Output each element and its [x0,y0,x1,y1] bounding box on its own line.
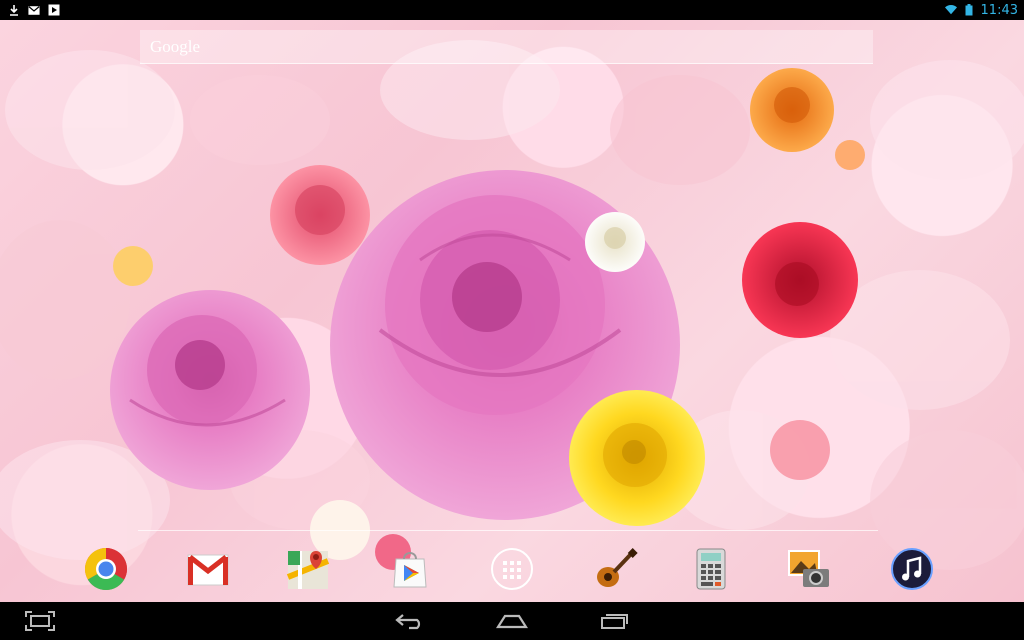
orange-rose [750,68,834,152]
blurred-orange-flower [835,140,865,170]
red-rose [742,222,858,338]
pink-rose-small [270,165,370,265]
status-clock: 11:43 [980,2,1018,18]
chrome-icon[interactable] [84,547,128,591]
white-rose [585,212,645,272]
system-status-area[interactable]: 11:43 [944,2,1024,18]
screenshot-icon[interactable] [20,610,60,632]
navigation-bar [0,602,1024,640]
play-store-icon[interactable] [388,547,432,591]
gallery-icon[interactable] [787,547,831,591]
pink-rose-left [110,290,310,490]
wifi-icon [944,4,957,16]
guitar-app-icon[interactable] [594,547,638,591]
pink-rose-faded [770,420,830,480]
media-notification-icon [48,4,60,16]
gmail-notification-icon [28,4,40,16]
app-drawer-icon[interactable] [490,547,534,591]
yellow-rose [569,390,705,526]
blurred-yellow-flower [113,246,153,286]
wallpaper-art [0,40,1024,570]
back-icon[interactable] [390,610,430,632]
music-icon[interactable] [890,547,934,591]
dock-divider [138,530,878,531]
calculator-icon[interactable] [689,547,733,591]
recents-icon[interactable] [594,610,634,632]
wallpaper [0,20,1024,602]
home-icon[interactable] [492,610,532,632]
notification-area[interactable] [0,4,60,16]
gmail-icon[interactable] [186,547,230,591]
maps-icon[interactable] [286,547,330,591]
status-bar[interactable]: 11:43 [0,0,1024,20]
google-search-bar[interactable]: Google [140,30,873,64]
download-icon [8,4,20,16]
battery-icon [963,4,975,16]
search-label: Google [150,37,201,56]
